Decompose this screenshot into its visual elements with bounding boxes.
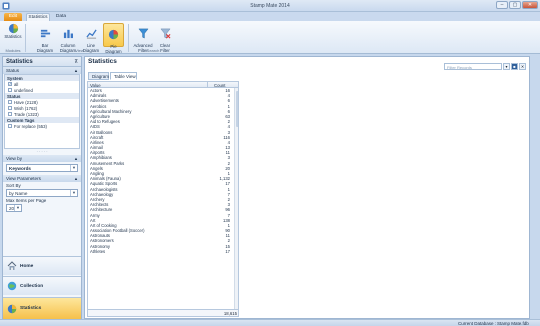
pie-chart-icon bbox=[108, 29, 119, 39]
filter-records-input[interactable]: Filter Records bbox=[444, 63, 502, 70]
checkbox[interactable] bbox=[8, 112, 12, 117]
scrollbar-thumb[interactable] bbox=[235, 91, 238, 127]
column-value-header[interactable]: Value bbox=[90, 83, 101, 88]
checkbox-checked[interactable]: ✓ bbox=[8, 82, 12, 87]
file-tab[interactable]: Edit bbox=[4, 13, 22, 21]
cell-value: Athletes bbox=[90, 248, 106, 254]
maximize-button[interactable]: ▢ bbox=[509, 1, 521, 9]
filter-tree: System ✓ all undefined Status Have (2128)… bbox=[4, 74, 80, 149]
tree-item[interactable]: For replace (553) bbox=[5, 123, 79, 129]
table-body: Actors 16 Admirals 4 Advertisements 6 Aerobics… bbox=[88, 88, 238, 254]
statistics-module-button[interactable]: Statistics bbox=[4, 23, 22, 47]
view-by-value: Keywords bbox=[9, 166, 31, 171]
close-button[interactable]: ✕ bbox=[522, 1, 538, 9]
statistics-icon bbox=[7, 304, 17, 313]
chevron-up-icon: ▲ bbox=[74, 176, 78, 181]
left-panel-title: Statistics bbox=[6, 59, 33, 65]
max-items-select[interactable]: 20 ▼ bbox=[6, 204, 22, 212]
group-search: Search bbox=[146, 48, 160, 53]
group-separator bbox=[128, 24, 129, 52]
filter-apply-button[interactable]: ■ bbox=[511, 63, 518, 70]
bar-diagram-button[interactable]: Bar Diagram bbox=[35, 23, 55, 52]
checkbox[interactable] bbox=[8, 100, 12, 105]
funnel-icon bbox=[137, 28, 149, 39]
sort-by-label: Sort By bbox=[6, 183, 21, 188]
collection-icon bbox=[7, 281, 17, 291]
sort-by-select[interactable]: by Name ▼ bbox=[6, 189, 78, 197]
line-chart-icon bbox=[85, 29, 97, 38]
checkbox[interactable] bbox=[8, 88, 12, 93]
filter-section-header[interactable]: Status ▲ bbox=[3, 67, 81, 74]
tree-item-label: For replace (553) bbox=[14, 123, 47, 129]
tree-item-label: undefined bbox=[14, 87, 33, 93]
nav-collection[interactable]: Collection bbox=[3, 276, 81, 295]
line-diagram-button[interactable]: Line Diagram bbox=[81, 23, 101, 52]
view-by-header[interactable]: View by ▲ bbox=[3, 155, 81, 162]
clear-filter-icon bbox=[159, 28, 171, 39]
pin-icon[interactable]: ⊼ bbox=[74, 59, 78, 65]
nav-statistics[interactable]: Statistics bbox=[3, 297, 81, 319]
view-by-select[interactable]: Keywords ▼ bbox=[6, 164, 78, 172]
page-title: Statistics bbox=[88, 58, 117, 65]
status-bar: Current Database : Stamp Mate.fdb bbox=[0, 319, 540, 326]
column-count-header[interactable]: Count bbox=[214, 83, 225, 88]
nav-home[interactable]: Home bbox=[3, 256, 81, 275]
ribbon-tabs: Edit Statistics Data bbox=[0, 12, 540, 21]
table-row[interactable]: Athletes 17 bbox=[88, 248, 238, 254]
tree-item-label: Have (2128) bbox=[14, 99, 38, 105]
advanced-filter-button[interactable]: Advanced Filter bbox=[132, 23, 154, 52]
nav-home-label: Home bbox=[20, 263, 34, 269]
column-chart-icon bbox=[63, 29, 73, 38]
bar-chart-icon bbox=[40, 29, 50, 37]
chevron-up-icon: ▲ bbox=[74, 68, 78, 73]
pie-diagram-button[interactable]: Pie Diagram bbox=[103, 23, 124, 53]
filter-section-label: Status bbox=[6, 68, 20, 73]
ribbon: Statistics Modules Bar Diagram Column Di… bbox=[0, 21, 540, 54]
cell-count: 17 bbox=[225, 248, 230, 254]
left-panel-header: Statistics ⊼ bbox=[3, 57, 81, 67]
chevron-down-icon: ▼ bbox=[14, 205, 21, 211]
minimize-button[interactable]: – bbox=[496, 1, 508, 9]
view-parameters-label: View Parameters bbox=[6, 176, 41, 181]
checkbox[interactable] bbox=[8, 106, 12, 111]
left-panel: Statistics ⊼ Status ▲ System ✓ all undefi… bbox=[2, 56, 82, 319]
filter-clear-button[interactable]: ✕ bbox=[519, 63, 526, 70]
chevron-up-icon: ▲ bbox=[74, 156, 78, 161]
pie-chart-icon bbox=[8, 23, 18, 34]
tab-statistics[interactable]: Statistics bbox=[26, 13, 50, 21]
current-database-label: Current Database : bbox=[458, 321, 497, 326]
nav-collection-label: Collection bbox=[20, 283, 44, 289]
statistics-table: Value Count Actors 16 Admirals 4 Advertiseme… bbox=[87, 81, 239, 317]
total-count: 18,615 bbox=[223, 311, 237, 316]
table-scrollbar[interactable] bbox=[234, 88, 238, 310]
tree-item-label: all bbox=[14, 81, 19, 87]
view-parameters-header[interactable]: View Parameters ▲ bbox=[3, 175, 81, 182]
current-database-name: Stamp Mate.fdb bbox=[497, 321, 529, 326]
tab-data[interactable]: Data bbox=[52, 13, 70, 21]
statistics-module-label: Statistics bbox=[4, 34, 22, 39]
home-icon bbox=[7, 261, 17, 270]
sort-by-value: by Name bbox=[9, 191, 28, 196]
table-total: 18,615 bbox=[88, 309, 238, 316]
title-bar: Stamp Mate 2014 – ▢ ✕ bbox=[0, 0, 540, 12]
window-title: Stamp Mate 2014 bbox=[250, 3, 290, 9]
filter-dropdown-button[interactable]: ▾ bbox=[503, 63, 510, 70]
chevron-down-icon: ▼ bbox=[70, 165, 77, 171]
group-view: View bbox=[75, 48, 84, 53]
view-by-label: View by bbox=[6, 156, 23, 161]
group-separator bbox=[25, 24, 26, 52]
group-modules: Modules bbox=[5, 48, 21, 53]
column-diagram-button[interactable]: Column Diagram bbox=[58, 23, 78, 52]
checkbox[interactable] bbox=[8, 124, 12, 129]
tree-item-label: Trade (1323) bbox=[14, 111, 39, 117]
main-panel: Statistics Filter Records ▾ ■ ✕ Diagram … bbox=[84, 56, 530, 319]
tree-item-label: Wish (1762) bbox=[14, 105, 38, 111]
chevron-down-icon: ▼ bbox=[70, 190, 77, 196]
tab-diagram[interactable]: Diagram bbox=[88, 72, 109, 80]
nav-statistics-label: Statistics bbox=[20, 306, 42, 311]
clear-filter-button[interactable]: Clear Filter bbox=[156, 23, 174, 52]
tab-table-view[interactable]: Table View bbox=[110, 72, 137, 80]
max-items-label: Max Items per Page bbox=[6, 198, 47, 203]
